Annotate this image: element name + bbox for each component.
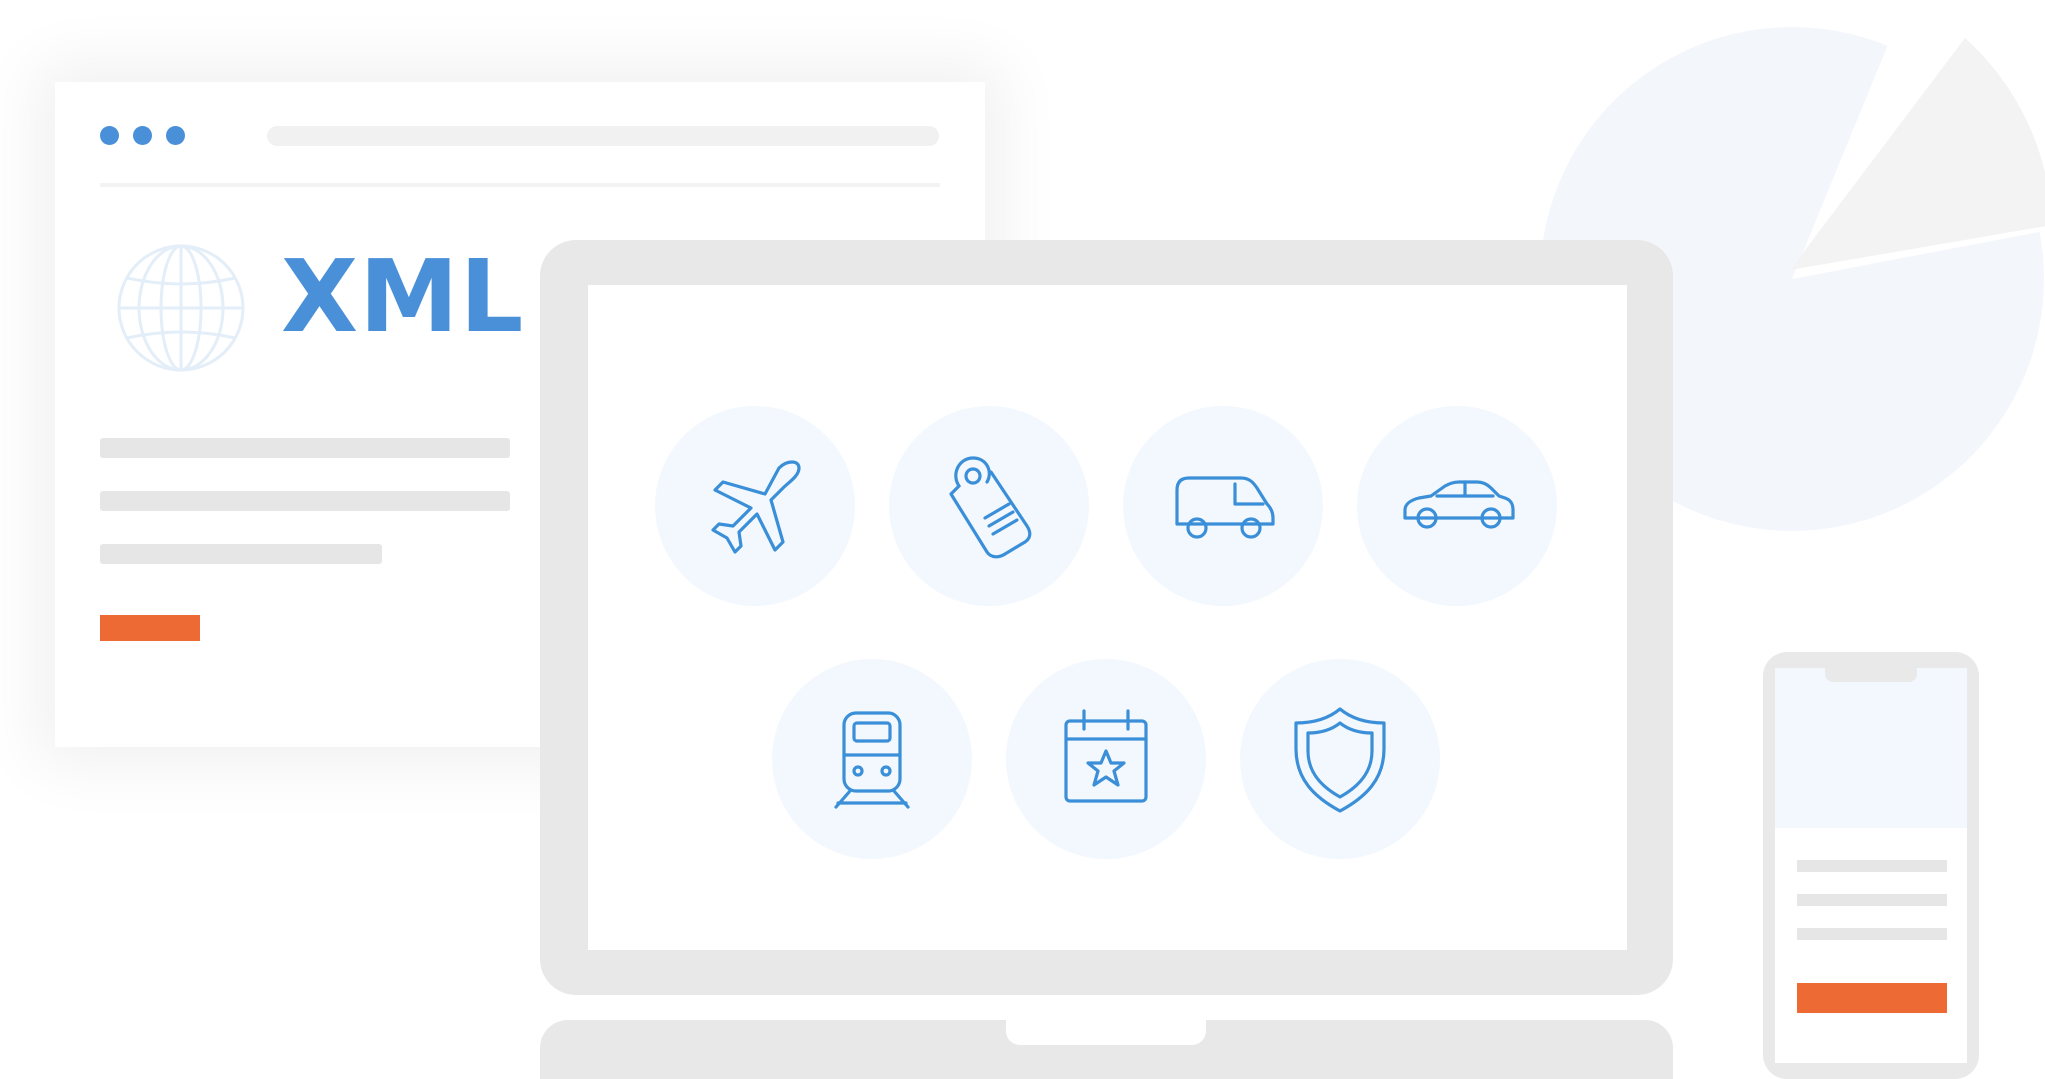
header-divider — [100, 183, 940, 187]
window-dot — [133, 126, 152, 145]
window-dot — [166, 126, 185, 145]
shield-icon — [1294, 707, 1386, 813]
text-line-placeholder — [100, 438, 510, 458]
service-car-rental[interactable] — [1357, 406, 1557, 606]
url-bar-placeholder — [267, 126, 939, 146]
calendar-star-icon — [1064, 709, 1148, 803]
window-dots — [100, 126, 185, 145]
laptop-screen — [588, 285, 1627, 950]
laptop-frame — [540, 240, 1673, 995]
illustration-stage: XML — [0, 0, 2045, 1079]
phone-notch — [1825, 668, 1917, 682]
train-icon — [834, 711, 910, 809]
service-rail[interactable] — [772, 659, 972, 859]
xml-cta-button[interactable] — [100, 615, 200, 641]
service-hotels[interactable] — [889, 406, 1089, 606]
phone-screen — [1775, 668, 1967, 1063]
door-hanger-icon — [949, 456, 1032, 559]
airplane-icon — [711, 460, 801, 554]
service-insurance[interactable] — [1240, 659, 1440, 859]
text-line-placeholder — [1797, 860, 1947, 872]
service-events[interactable] — [1006, 659, 1206, 859]
xml-title: XML — [281, 238, 525, 355]
mobile-phone — [1763, 652, 1979, 1079]
service-transfers[interactable] — [1123, 406, 1323, 606]
globe-icon — [117, 244, 245, 372]
phone-header-area — [1775, 668, 1967, 828]
text-line-placeholder — [1797, 928, 1947, 940]
service-flights[interactable] — [655, 406, 855, 606]
laptop-trackpad-notch — [1006, 1020, 1206, 1045]
window-dot — [100, 126, 119, 145]
text-line-placeholder — [100, 491, 510, 511]
text-line-placeholder — [100, 544, 382, 564]
text-line-placeholder — [1797, 894, 1947, 906]
phone-cta-button[interactable] — [1797, 983, 1947, 1013]
van-icon — [1175, 476, 1275, 539]
car-icon — [1403, 480, 1515, 529]
